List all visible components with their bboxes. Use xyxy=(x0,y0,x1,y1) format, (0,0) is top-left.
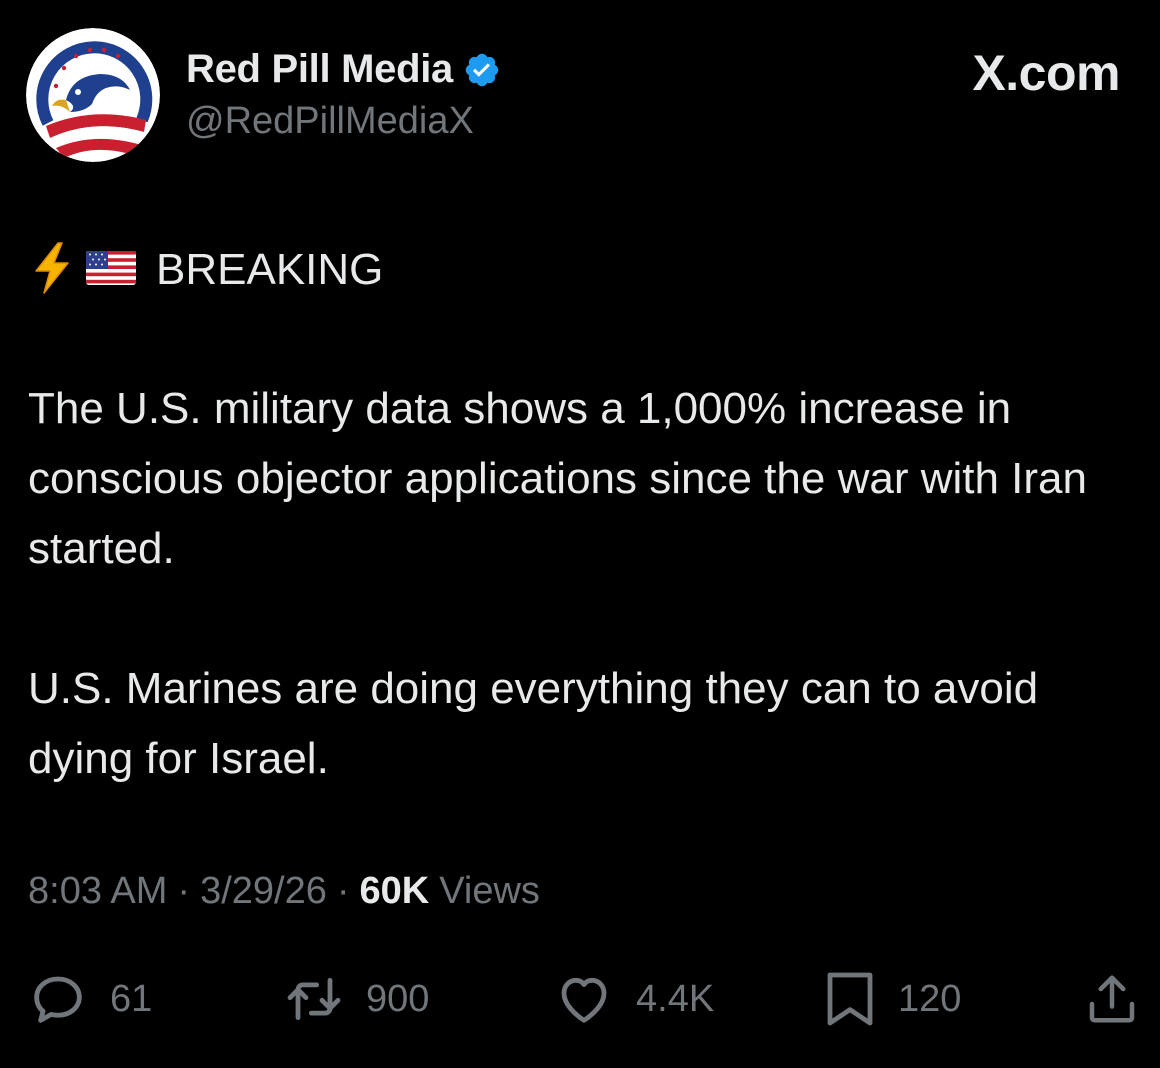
high-voltage-icon xyxy=(32,241,72,300)
verified-badge-icon xyxy=(463,51,501,89)
tweet-paragraph-2: U.S. Marines are doing everything they c… xyxy=(28,664,1039,783)
repost-button[interactable]: 900 xyxy=(282,964,429,1034)
eagle-flag-logo-icon xyxy=(26,28,160,162)
tweet-meta: 8:03 AM · 3/29/26 · 60K Views xyxy=(28,870,540,913)
brand-label: X.com xyxy=(972,45,1120,101)
share-button[interactable] xyxy=(1082,964,1142,1034)
display-name[interactable]: Red Pill Media xyxy=(186,47,453,92)
meta-separator: · xyxy=(177,870,191,912)
like-count: 4.4K xyxy=(636,977,715,1020)
tweet: Red Pill Media @RedPillMediaX X.com BREA… xyxy=(0,0,1160,1068)
bookmark-icon xyxy=(827,972,873,1026)
bookmark-button[interactable]: 120 xyxy=(822,964,961,1034)
timestamp-date[interactable]: 3/29/26 xyxy=(200,870,327,913)
tweet-paragraph-1: The U.S. military data shows a 1,000% in… xyxy=(28,384,1087,573)
repost-icon xyxy=(287,977,341,1021)
like-button[interactable]: 4.4K xyxy=(552,964,714,1034)
views-count: 60K xyxy=(359,870,430,912)
repost-count: 900 xyxy=(366,977,430,1020)
reply-count: 61 xyxy=(110,977,153,1020)
avatar[interactable] xyxy=(26,28,160,162)
bookmark-count: 120 xyxy=(898,977,962,1020)
share-icon xyxy=(1089,975,1135,1023)
meta-separator: · xyxy=(336,870,350,912)
heart-icon xyxy=(561,977,607,1023)
timestamp-time[interactable]: 8:03 AM xyxy=(28,870,167,913)
us-flag-icon xyxy=(86,250,136,290)
author-name-row[interactable]: Red Pill Media xyxy=(186,44,501,94)
reply-button[interactable]: 61 xyxy=(26,964,152,1034)
headline-text: BREAKING xyxy=(156,245,384,294)
reply-icon xyxy=(34,976,82,1023)
views-label: Views xyxy=(439,870,540,912)
action-bar: 61 900 4.4K 120 xyxy=(0,964,1160,1034)
author-handle[interactable]: @RedPillMediaX xyxy=(186,100,474,143)
breaking-headline: BREAKING xyxy=(32,240,383,300)
